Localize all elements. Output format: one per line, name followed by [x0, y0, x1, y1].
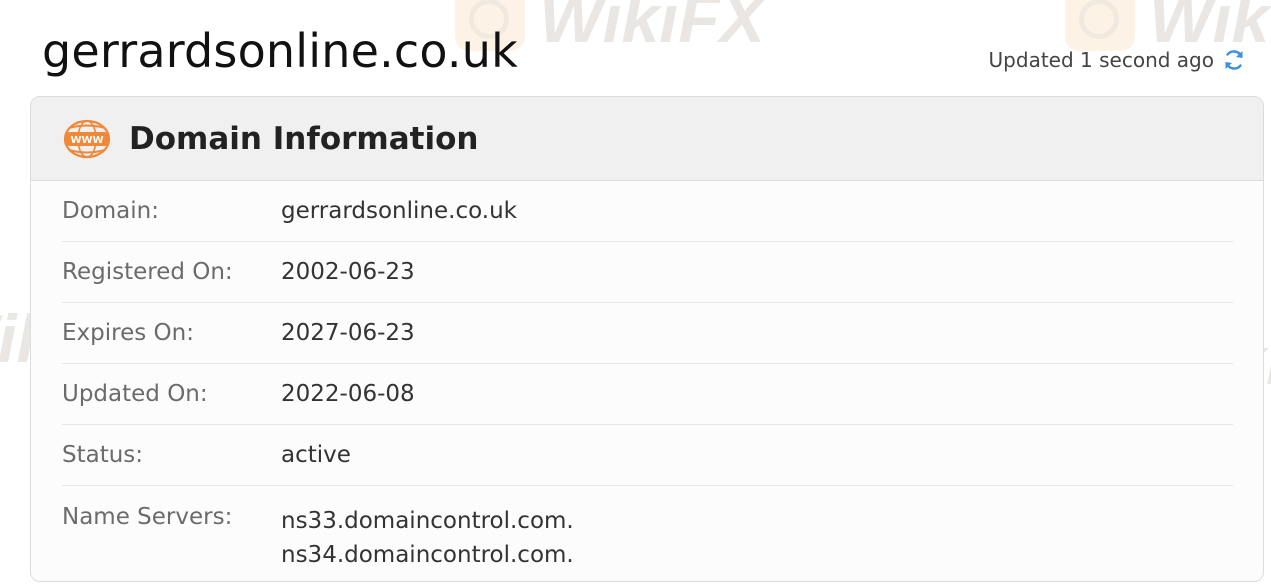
card-title: Domain Information [129, 120, 479, 157]
updated-text: Updated 1 second ago [988, 48, 1214, 72]
info-row-status: Status: active [62, 425, 1233, 486]
info-row-expires-on: Expires On: 2027-06-23 [62, 303, 1233, 364]
refresh-icon[interactable] [1222, 48, 1246, 72]
info-row-name-servers: Name Servers: ns33.domaincontrol.com. ns… [62, 486, 1233, 572]
domain-info-card: WWW Domain Information Domain: gerrardso… [30, 96, 1264, 582]
info-row-registered-on: Registered On: 2002-06-23 [62, 242, 1233, 303]
svg-text:WWW: WWW [70, 135, 103, 146]
info-row-updated-on: Updated On: 2022-06-08 [62, 364, 1233, 425]
updated-status: Updated 1 second ago [989, 48, 1246, 72]
row-label: Expires On: [62, 320, 194, 346]
row-label: Domain: [62, 198, 159, 224]
name-servers-list: ns33.domaincontrol.com. ns34.domaincontr… [281, 504, 574, 572]
www-globe-icon: WWW [63, 119, 111, 159]
watermark-text: WikiFX [539, 0, 766, 57]
row-value: 2022-06-08 [281, 381, 415, 407]
name-server: ns34.domaincontrol.com. [281, 542, 574, 568]
name-server: ns33.domaincontrol.com. [281, 508, 574, 534]
row-label: Name Servers: [62, 504, 233, 530]
card-header: WWW Domain Information [31, 97, 1263, 181]
page-title: gerrardsonline.co.uk [42, 24, 518, 78]
row-value: gerrardsonline.co.uk [281, 198, 517, 224]
row-label: Status: [62, 442, 144, 468]
domain-info-list: Domain: gerrardsonline.co.uk Registered … [31, 181, 1263, 572]
row-label: Updated On: [62, 381, 208, 407]
row-label: Registered On: [62, 259, 233, 285]
row-value: 2002-06-23 [281, 259, 415, 285]
status-value: active [281, 442, 351, 468]
wikifx-logo-icon [1065, 0, 1135, 51]
row-value: 2027-06-23 [281, 320, 415, 346]
info-row-domain: Domain: gerrardsonline.co.uk [62, 181, 1233, 242]
